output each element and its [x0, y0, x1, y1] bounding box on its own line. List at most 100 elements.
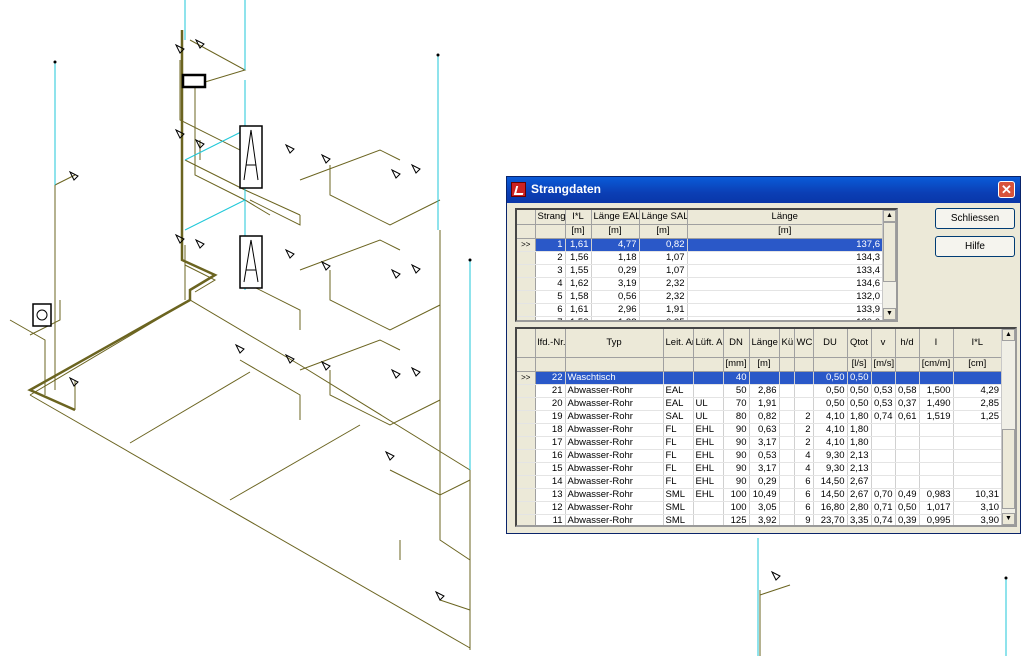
- column-header: WC: [794, 329, 814, 358]
- hilfe-button[interactable]: Hilfe: [935, 236, 1015, 257]
- table-cell: [794, 371, 814, 385]
- pipe-segment: [299, 339, 401, 371]
- table-cell: 133,4: [687, 264, 883, 278]
- fixture-symbol: [194, 238, 205, 249]
- close-icon[interactable]: ✕: [998, 181, 1015, 198]
- fixture-symbol: [234, 343, 245, 354]
- table-cell: [693, 501, 724, 515]
- table-cell: EHL: [693, 436, 724, 450]
- table-cell: 130,6: [687, 316, 883, 320]
- table-cell: EAL: [663, 397, 694, 411]
- table-cell: [919, 475, 954, 489]
- strang-scrollbar[interactable]: ▲ ▼: [882, 210, 896, 320]
- table-row[interactable]: 5 1,58 0,56 2,32 132,0: [517, 290, 883, 304]
- table-cell: Abwasser-Rohr: [565, 384, 664, 398]
- column-header: I: [919, 329, 954, 358]
- scroll-thumb[interactable]: [883, 222, 896, 282]
- table-cell: 0,49: [895, 488, 920, 502]
- table-cell: 1,61: [565, 238, 592, 252]
- table-cell: 3: [535, 264, 566, 278]
- table-cell: 9,30: [813, 462, 848, 476]
- table-cell: EHL: [693, 423, 724, 437]
- table-cell: Abwasser-Rohr: [565, 436, 664, 450]
- table-row[interactable]: 12 Abwasser-Rohr SML 100 3,05 6 16,80 2,80 0,71 0…: [517, 501, 1002, 515]
- table-cell: 0,50: [847, 384, 872, 398]
- table-cell: 0,53: [871, 384, 896, 398]
- fixture-symbol: [410, 163, 421, 174]
- scroll-down-icon[interactable]: ▼: [1002, 513, 1015, 525]
- scroll-up-icon[interactable]: ▲: [883, 210, 896, 222]
- table-cell: [919, 436, 954, 450]
- table-cell: 1,80: [847, 410, 872, 424]
- row-indicator-header: [517, 329, 536, 358]
- table-cell: 9,30: [813, 449, 848, 463]
- table-row[interactable]: 4 1,62 3,19 2,32 134,6: [517, 277, 883, 291]
- table-row[interactable]: 18 Abwasser-Rohr FL EHL 90 0,63 2 4,10 1,80: [517, 423, 1002, 437]
- fixture-symbol: [284, 248, 295, 259]
- table-cell: 22: [535, 371, 566, 385]
- element-grid[interactable]: lfd.-Nr.TypLeit. ArtLüft. ArtDNLängeKüWC…: [515, 327, 1017, 527]
- column-unit: [cm/m]: [919, 357, 954, 372]
- table-row[interactable]: 20 Abwasser-Rohr EAL UL 70 1,91 0,50 0,50 0,53 0,…: [517, 397, 1002, 411]
- row-indicator: [517, 264, 536, 278]
- table-cell: 3,92: [749, 514, 780, 525]
- row-indicator-header: [517, 357, 536, 372]
- column-header: DN: [723, 329, 750, 358]
- wc-panel: [239, 125, 263, 189]
- table-cell: 15: [535, 462, 566, 476]
- table-cell: 5: [535, 290, 566, 304]
- table-row[interactable]: 15 Abwasser-Rohr FL EHL 90 3,17 4 9,30 2,13: [517, 462, 1002, 476]
- table-cell: 2,86: [749, 384, 780, 398]
- table-cell: [794, 384, 814, 398]
- table-row[interactable]: >> 1 1,61 4,77 0,82 137,6: [517, 238, 883, 252]
- table-cell: Abwasser-Rohr: [565, 397, 664, 411]
- schliessen-button[interactable]: Schliessen: [935, 208, 1015, 229]
- table-cell: EHL: [693, 449, 724, 463]
- table-cell: 1,017: [919, 501, 954, 515]
- column-header: DU: [813, 329, 848, 358]
- table-row[interactable]: 19 Abwasser-Rohr SAL UL 80 0,82 2 4,10 1,80 0,74 0…: [517, 410, 1002, 424]
- table-cell: 1,80: [847, 436, 872, 450]
- table-cell: 1,91: [749, 397, 780, 411]
- table-cell: [953, 449, 1002, 463]
- row-indicator: [517, 384, 536, 398]
- pipe-segment: [759, 584, 791, 596]
- strang-table: Strang I*L Länge EAL Länge SAL Länge [m] [m][…: [517, 210, 883, 320]
- element-scrollbar[interactable]: ▲ ▼: [1001, 329, 1015, 525]
- table-cell: 16,80: [813, 501, 848, 515]
- fixture-symbol: [320, 153, 331, 164]
- table-cell: [871, 423, 896, 437]
- table-cell: EAL: [663, 384, 694, 398]
- table-cell: 1,91: [639, 303, 688, 317]
- table-cell: [895, 462, 920, 476]
- table-row[interactable]: 17 Abwasser-Rohr FL EHL 90 3,17 2 4,10 1,80: [517, 436, 1002, 450]
- table-row[interactable]: 14 Abwasser-Rohr FL EHL 90 0,29 6 14,50 2,67: [517, 475, 1002, 489]
- table-cell: [779, 371, 795, 385]
- table-cell: 1,490: [919, 397, 954, 411]
- table-cell: 1,58: [565, 290, 592, 304]
- table-row[interactable]: 7 1,56 1,28 0,25 130,6: [517, 316, 883, 320]
- table-row[interactable]: 2 1,56 1,18 1,07 134,3: [517, 251, 883, 265]
- table-row[interactable]: 11 Abwasser-Rohr SML 125 3,92 9 23,70 3,35 0,74 0…: [517, 514, 1002, 525]
- table-row[interactable]: 16 Abwasser-Rohr FL EHL 90 0,53 4 9,30 2,13: [517, 449, 1002, 463]
- strang-grid[interactable]: Strang I*L Länge EAL Länge SAL Länge [m] [m][…: [515, 208, 898, 322]
- table-row[interactable]: 13 Abwasser-Rohr SML EHL 100 10,49 6 14,50 2,67 0…: [517, 488, 1002, 502]
- scroll-down-icon[interactable]: ▼: [883, 308, 896, 320]
- pipe-segment: [239, 359, 301, 420]
- table-cell: 1,80: [847, 423, 872, 437]
- scroll-up-icon[interactable]: ▲: [1002, 329, 1015, 341]
- column-header: Qtot: [847, 329, 872, 358]
- scroll-thumb[interactable]: [1002, 429, 1015, 509]
- column-unit: [m]: [687, 224, 883, 239]
- table-row[interactable]: >> 22 Waschtisch 40 0,50 0,50: [517, 371, 1002, 385]
- table-cell: 1,56: [565, 316, 592, 320]
- table-cell: [779, 514, 795, 525]
- table-cell: 0,995: [919, 514, 954, 525]
- table-row[interactable]: 21 Abwasser-Rohr EAL 50 2,86 0,50 0,50 0,53 0,58…: [517, 384, 1002, 398]
- table-cell: FL: [663, 436, 694, 450]
- table-cell: 0,25: [639, 316, 688, 320]
- table-row[interactable]: 6 1,61 2,96 1,91 133,9: [517, 303, 883, 317]
- table-cell: 4,29: [953, 384, 1002, 398]
- table-row[interactable]: 3 1,55 0,29 1,07 133,4: [517, 264, 883, 278]
- title-bar[interactable]: Strangdaten ✕: [507, 177, 1020, 203]
